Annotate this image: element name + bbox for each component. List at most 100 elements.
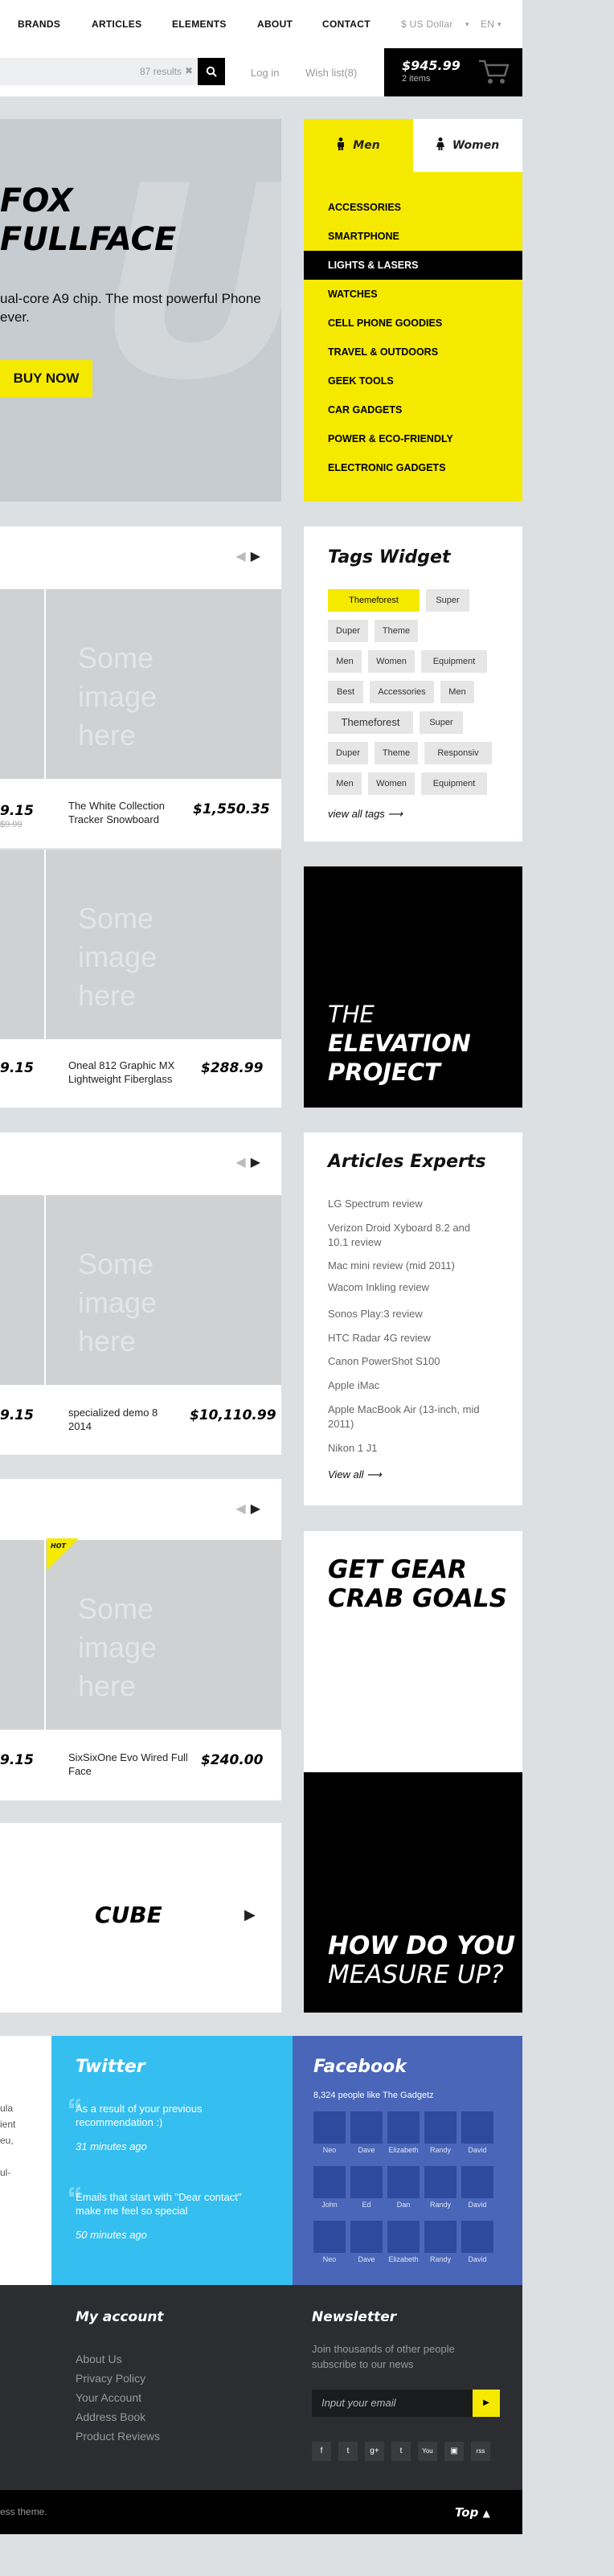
rss-icon[interactable]: rss [471,2442,490,2461]
product-image[interactable]: Some image here [46,1540,281,1730]
nav-brands[interactable]: BRANDS [18,18,60,30]
fan-avatar[interactable] [350,2166,383,2198]
tumblr-icon[interactable]: t [391,2442,411,2461]
nav-contact[interactable]: CONTACT [322,18,370,30]
cart-summary[interactable]: $945.99 2 items [384,48,522,96]
tag[interactable]: Women [368,650,415,673]
view-all-tags-link[interactable]: view all tags ⟶ [328,808,403,821]
tag[interactable]: Responsiv [424,742,492,764]
category-smartphone[interactable]: SMARTPHONE [304,222,522,251]
tag[interactable]: Accessories [370,681,434,703]
chevron-left-icon[interactable]: ◀ [235,1156,245,1169]
tag[interactable]: Men [440,681,474,703]
google-plus-icon[interactable]: g+ [365,2442,384,2461]
tag[interactable]: Duper [328,742,368,764]
instagram-icon[interactable]: ▣ [444,2442,464,2461]
product-name[interactable]: The White Collection Tracker Snowboard [68,799,181,826]
category-power-eco[interactable]: POWER & ECO-FRIENDLY [304,424,522,453]
buy-now-button[interactable]: BUY NOW [0,360,92,397]
fan-avatar[interactable] [313,2166,346,2198]
fan-avatar[interactable] [350,2221,383,2253]
chevron-right-icon[interactable]: ▶ [244,1906,256,1923]
fan-avatar[interactable] [461,2221,493,2253]
tag[interactable]: Men [328,650,362,673]
chevron-left-icon[interactable]: ◀ [235,1502,245,1516]
fan-avatar[interactable] [424,2111,456,2144]
youtube-icon[interactable]: You [418,2442,437,2461]
elevation-project-banner[interactable]: THE ELEVATION PROJECT [304,866,522,1108]
tag[interactable]: Duper [328,620,368,642]
fan-avatar[interactable] [313,2221,346,2253]
back-to-top-link[interactable]: Top ▲ [455,2505,490,2520]
product-name[interactable]: Oneal 812 Graphic MX Lightweight Fibergl… [68,1059,189,1086]
fan-avatar[interactable] [350,2111,383,2144]
fan-avatar[interactable] [461,2166,493,2198]
tag[interactable]: Men [328,772,362,795]
measure-banner[interactable]: HOW DO YOU MEASURE UP? [304,1772,522,2013]
tag[interactable]: Best [328,681,363,703]
product-name[interactable]: SixSixOne Evo Wired Full Face [68,1751,189,1778]
chevron-left-icon[interactable]: ◀ [235,550,245,563]
article-link[interactable]: Verizon Droid Xyboard 8.2 and 10.1 revie… [328,1221,489,1250]
article-link[interactable]: Mac mini review (mid 2011) [328,1259,489,1273]
fan-avatar[interactable] [313,2111,346,2144]
category-car-gadgets[interactable]: CAR GADGETS [304,395,522,424]
tab-women[interactable]: Women [413,119,522,172]
fan-avatar[interactable] [424,2166,456,2198]
tag[interactable]: Themeforest [328,711,413,734]
article-link[interactable]: Apple iMac [328,1378,489,1393]
product-image[interactable]: Some image here [46,850,281,1039]
article-link[interactable]: LG Spectrum review [328,1197,489,1211]
tab-men[interactable]: Men [304,119,413,172]
search-button[interactable] [198,58,225,85]
tag[interactable]: Super [426,589,469,612]
nav-elements[interactable]: ELEMENTS [172,18,227,30]
tag[interactable]: Theme [375,742,418,764]
fan-avatar[interactable] [387,2166,420,2198]
tag[interactable]: Equipment [421,772,487,795]
newsletter-submit-button[interactable]: ▶ [473,2390,500,2417]
product-image[interactable]: Some image here [46,589,281,779]
twitter-icon[interactable]: t [338,2442,358,2461]
footer-link-reviews[interactable]: Product Reviews [76,2430,160,2443]
clear-search-icon[interactable]: ✖ [185,65,193,76]
category-geek-tools[interactable]: GEEK TOOLS [304,367,522,395]
carousel-arrows[interactable]: ◀ ▶ [235,1154,260,1170]
wishlist-link[interactable]: Wish list(8) [305,67,357,79]
category-lights-lasers[interactable]: LIGHTS & LASERS [304,251,522,280]
product-image[interactable] [0,1195,44,1385]
tag[interactable]: Themeforest [328,589,420,612]
product-name[interactable]: specialized demo 8 2014 [68,1406,181,1433]
article-link[interactable]: Nikon 1 J1 [328,1441,489,1456]
footer-link-about[interactable]: About Us [76,2353,122,2365]
category-cell-phone-goodies[interactable]: CELL PHONE GOODIES [304,309,522,338]
tag[interactable]: Women [368,772,415,795]
chevron-right-icon[interactable]: ▶ [251,1502,260,1516]
product-image[interactable] [0,589,44,779]
facebook-icon[interactable]: f [312,2442,331,2461]
search-input[interactable]: 87 results ✖ [0,58,225,85]
gear-banner[interactable]: GET GEAR CRAB GOALS [304,1531,522,1772]
footer-link-privacy[interactable]: Privacy Policy [76,2372,145,2385]
chevron-right-icon[interactable]: ▶ [251,1156,260,1169]
view-all-articles-link[interactable]: View all ⟶ [328,1468,382,1481]
article-link[interactable]: HTC Radar 4G review [328,1331,489,1345]
article-link[interactable]: Apple MacBook Air (13-inch, mid 2011) [328,1403,489,1431]
login-link[interactable]: Log in [251,67,279,79]
product-image[interactable] [0,1540,44,1730]
product-image[interactable]: Some image here [46,1195,281,1385]
newsletter-email-input[interactable]: Input your email [312,2390,473,2417]
tag[interactable]: Equipment [421,650,487,673]
footer-link-address[interactable]: Address Book [76,2410,145,2423]
category-electronic-gadgets[interactable]: ELECTRONIC GADGETS [304,453,522,482]
tag[interactable]: Theme [375,620,418,642]
fan-avatar[interactable] [387,2221,420,2253]
carousel-arrows[interactable]: ◀ ▶ [235,1501,260,1517]
category-watches[interactable]: WATCHES [304,280,522,309]
tag[interactable]: Super [420,711,463,734]
article-link[interactable]: Wacom Inkling review [328,1280,489,1295]
nav-about[interactable]: ABOUT [257,18,293,30]
article-link[interactable]: Canon PowerShot S100 [328,1354,489,1369]
carousel-arrows[interactable]: ◀ ▶ [235,548,260,564]
nav-articles[interactable]: ARTICLES [92,18,141,30]
